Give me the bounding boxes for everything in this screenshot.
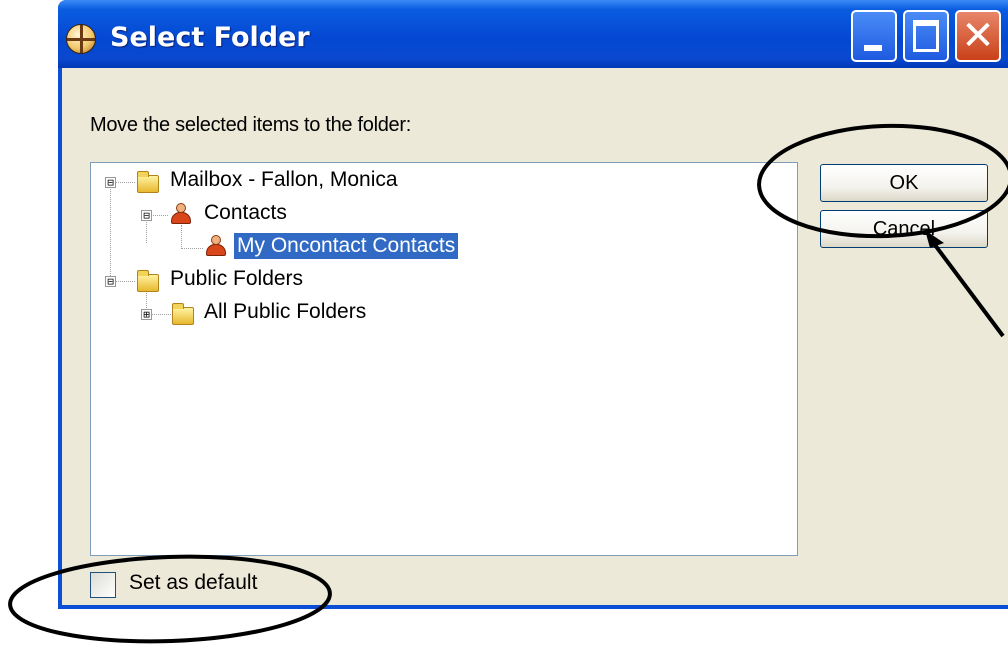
annotation-arrow-line xyxy=(927,235,1005,338)
annotation-arrow-head xyxy=(925,230,944,248)
annotation-overlay xyxy=(8,123,1008,644)
annotation-ellipse-ok xyxy=(757,123,1008,239)
annotation-ellipse-checkbox xyxy=(8,554,332,644)
